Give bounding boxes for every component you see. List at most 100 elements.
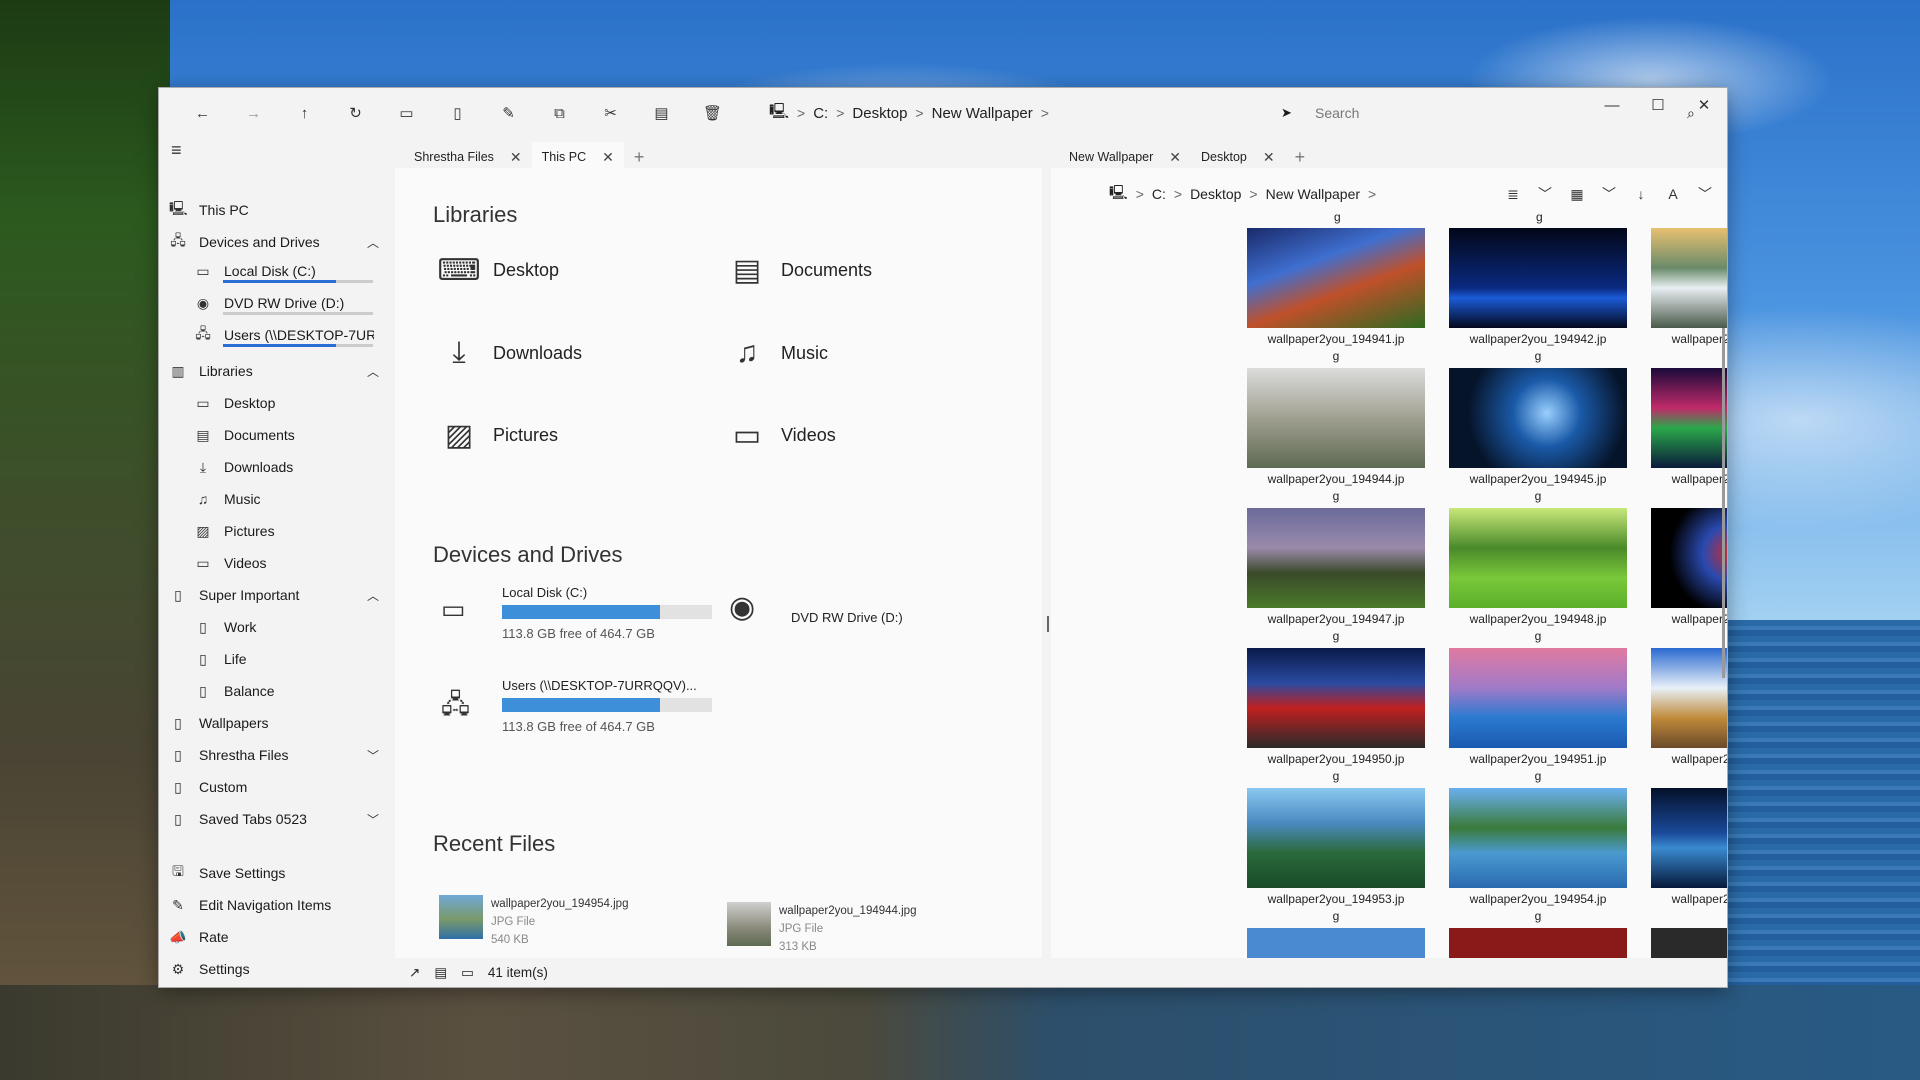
details-view-icon[interactable]: ≣ (1497, 182, 1529, 206)
file-tile[interactable]: wallpaper2you_194942.jp g (1449, 228, 1627, 365)
sidebar-item-documents[interactable]: ▤ Documents (194, 419, 389, 451)
paste-icon[interactable]: ▤ (636, 93, 687, 133)
clipboard-icon[interactable]: ▤ (434, 965, 447, 981)
address-bar[interactable]: 🖳 > C: > Desktop > New Wallpaper > (769, 88, 1049, 138)
chevron-up-icon[interactable]: ︿ (367, 234, 379, 251)
grid-view-icon[interactable]: ▦ (1561, 182, 1593, 206)
file-tile[interactable]: wallpaper2you_194941.jp g (1247, 228, 1425, 365)
library-videos[interactable]: ▭ Videos (727, 417, 836, 453)
sidebar-item-saved-tabs[interactable]: ▯ Saved Tabs 0523 ﹀ (169, 803, 389, 835)
file-tile[interactable] (1449, 928, 1627, 958)
close-icon[interactable]: ✕ (1169, 149, 1181, 166)
maximize-icon[interactable]: ☐ (1635, 88, 1681, 122)
sidebar-item-custom[interactable]: ▯ Custom (169, 771, 389, 803)
file-tile[interactable]: wallpaper2you_194949.jpg (1651, 508, 1727, 645)
file-tile[interactable]: wallpaper2you_194943.jpg (1651, 228, 1727, 365)
chevron-down-icon[interactable]: ﹀ (367, 811, 379, 828)
file-tile[interactable]: wallpaper2you_194955.jpg (1651, 788, 1727, 925)
file-thumbnail (1247, 508, 1425, 608)
sidebar-item-pictures[interactable]: ▨ Pictures (194, 515, 389, 547)
new-item-icon[interactable]: ▭ (381, 93, 432, 133)
sidebar-item-libraries[interactable]: ▥ Libraries ︿ (169, 355, 389, 387)
sidebar-item-label: Super Important (199, 587, 300, 603)
chevron-down-icon[interactable]: ﹀ (367, 747, 379, 764)
chevron-down-icon[interactable]: ﹀ (1593, 182, 1625, 206)
sidebar-item-work[interactable]: ▯ Work (194, 611, 389, 643)
sidebar-item-this-pc[interactable]: 🖳 This PC (169, 194, 389, 226)
scrollbar[interactable] (1722, 328, 1725, 678)
file-thumbnail (1247, 928, 1425, 958)
file-tile[interactable] (1247, 928, 1425, 958)
crumb[interactable]: Desktop (1190, 186, 1241, 202)
sidebar-item-music[interactable]: ♫ Music (194, 483, 389, 515)
sidebar-item-devices[interactable]: 🖧 Devices and Drives ︿ (169, 226, 389, 258)
copy-icon[interactable]: ⧉ (534, 93, 585, 133)
file-tile[interactable]: wallpaper2you_194944.jp g (1247, 368, 1425, 505)
settings-button[interactable]: ⚙ Settings (169, 953, 389, 985)
splitter-grip[interactable] (1047, 616, 1049, 632)
sidebar-item-desktop[interactable]: ▭ Desktop (194, 387, 389, 419)
minimize-icon[interactable]: — (1589, 88, 1635, 122)
library-documents[interactable]: ▤ Documents (727, 252, 872, 288)
sidebar-item-super-important[interactable]: ▯ Super Important ︿ (169, 579, 389, 611)
chevron-up-icon[interactable]: ︿ (367, 363, 379, 380)
new-file-icon[interactable]: ▯ (432, 93, 483, 133)
sort-icon[interactable]: ↓ (1625, 182, 1657, 206)
folder-icon: ▯ (174, 746, 182, 763)
file-tile[interactable]: wallpaper2you_194946.jpg (1651, 368, 1727, 505)
sidebar-item-balance[interactable]: ▯ Balance (194, 675, 389, 707)
up-icon[interactable]: ↑ (279, 93, 330, 133)
crumb[interactable]: New Wallpaper (1266, 186, 1360, 202)
pane-address-bar[interactable]: 🖳 > C: > Desktop > New Wallpaper > (1109, 182, 1376, 206)
file-tile[interactable]: wallpaper2you_194945.jp g (1449, 368, 1627, 505)
edit-navigation-button[interactable]: ✎ Edit Navigation Items (169, 889, 389, 921)
recent-file[interactable]: wallpaper2you_194944.jpg JPG File 313 KB (727, 902, 916, 956)
file-name-ext: g (1534, 769, 1542, 783)
library-music[interactable]: ♫ Music (727, 335, 828, 371)
trend-icon[interactable]: ↗ (409, 965, 420, 981)
sidebar-item-life[interactable]: ▯ Life (194, 643, 389, 675)
close-icon[interactable]: ✕ (510, 149, 522, 166)
file-tile[interactable]: wallpaper2you_194948.jp g (1449, 508, 1627, 645)
file-tile[interactable]: wallpaper2you_194952.jpg (1651, 648, 1727, 785)
close-icon[interactable]: ✕ (602, 149, 614, 166)
file-tile[interactable] (1651, 928, 1727, 958)
send-icon[interactable]: ➤ (1281, 105, 1292, 121)
rename-icon[interactable]: ✎ (483, 93, 534, 133)
chevron-up-icon[interactable]: ︿ (367, 587, 379, 604)
library-pictures[interactable]: ▨ Pictures (439, 417, 558, 453)
file-tile[interactable]: wallpaper2you_194953.jp g (1247, 788, 1425, 925)
chevron-down-icon[interactable]: ﹀ (1529, 182, 1561, 206)
crumb[interactable]: C: (813, 105, 828, 122)
delete-icon[interactable]: 🗑 (687, 93, 738, 133)
font-icon[interactable]: A (1657, 182, 1689, 206)
crumb[interactable]: Desktop (852, 105, 907, 122)
close-icon[interactable]: ✕ (1681, 88, 1727, 122)
file-tile[interactable]: wallpaper2you_194950.jp g (1247, 648, 1425, 785)
pc-icon: 🖳 (769, 102, 790, 120)
crumb[interactable]: C: (1152, 186, 1166, 202)
refresh-icon[interactable]: ↻ (330, 93, 381, 133)
sidebar-item-videos[interactable]: ▭ Videos (194, 547, 389, 579)
window-controls: — ☐ ✕ (1589, 88, 1727, 122)
crumb[interactable]: New Wallpaper (932, 105, 1033, 122)
file-tile[interactable]: wallpaper2you_194951.jp g (1449, 648, 1627, 785)
search-input[interactable]: Search (1315, 105, 1359, 121)
recent-file[interactable]: wallpaper2you_194954.jpg JPG File 540 KB (439, 895, 628, 949)
chevron-down-icon[interactable]: ﹀ (1689, 182, 1721, 206)
close-icon[interactable]: ✕ (1263, 149, 1275, 166)
sidebar-item-shrestha-files[interactable]: ▯ Shrestha Files ﹀ (169, 739, 389, 771)
library-downloads[interactable]: ⤓ Downloads (439, 335, 582, 371)
library-desktop[interactable]: ⌨ Desktop (437, 252, 559, 288)
save-settings-button[interactable]: 🖫 Save Settings (169, 857, 389, 889)
file-tile[interactable]: wallpaper2you_194954.jp g (1449, 788, 1627, 925)
back-icon[interactable]: ← (177, 93, 228, 133)
cut-icon[interactable]: ✂ (585, 93, 636, 133)
sidebar-item-downloads[interactable]: ⤓ Downloads (194, 451, 389, 483)
file-tile[interactable]: wallpaper2you_194947.jp g (1247, 508, 1425, 645)
rate-button[interactable]: 📣 Rate (169, 921, 389, 953)
pencil-icon: ✎ (172, 896, 184, 913)
sidebar-item-label: Work (224, 619, 257, 635)
forward-icon[interactable]: → (228, 93, 279, 133)
sidebar-item-wallpapers[interactable]: ▯ Wallpapers (169, 707, 389, 739)
